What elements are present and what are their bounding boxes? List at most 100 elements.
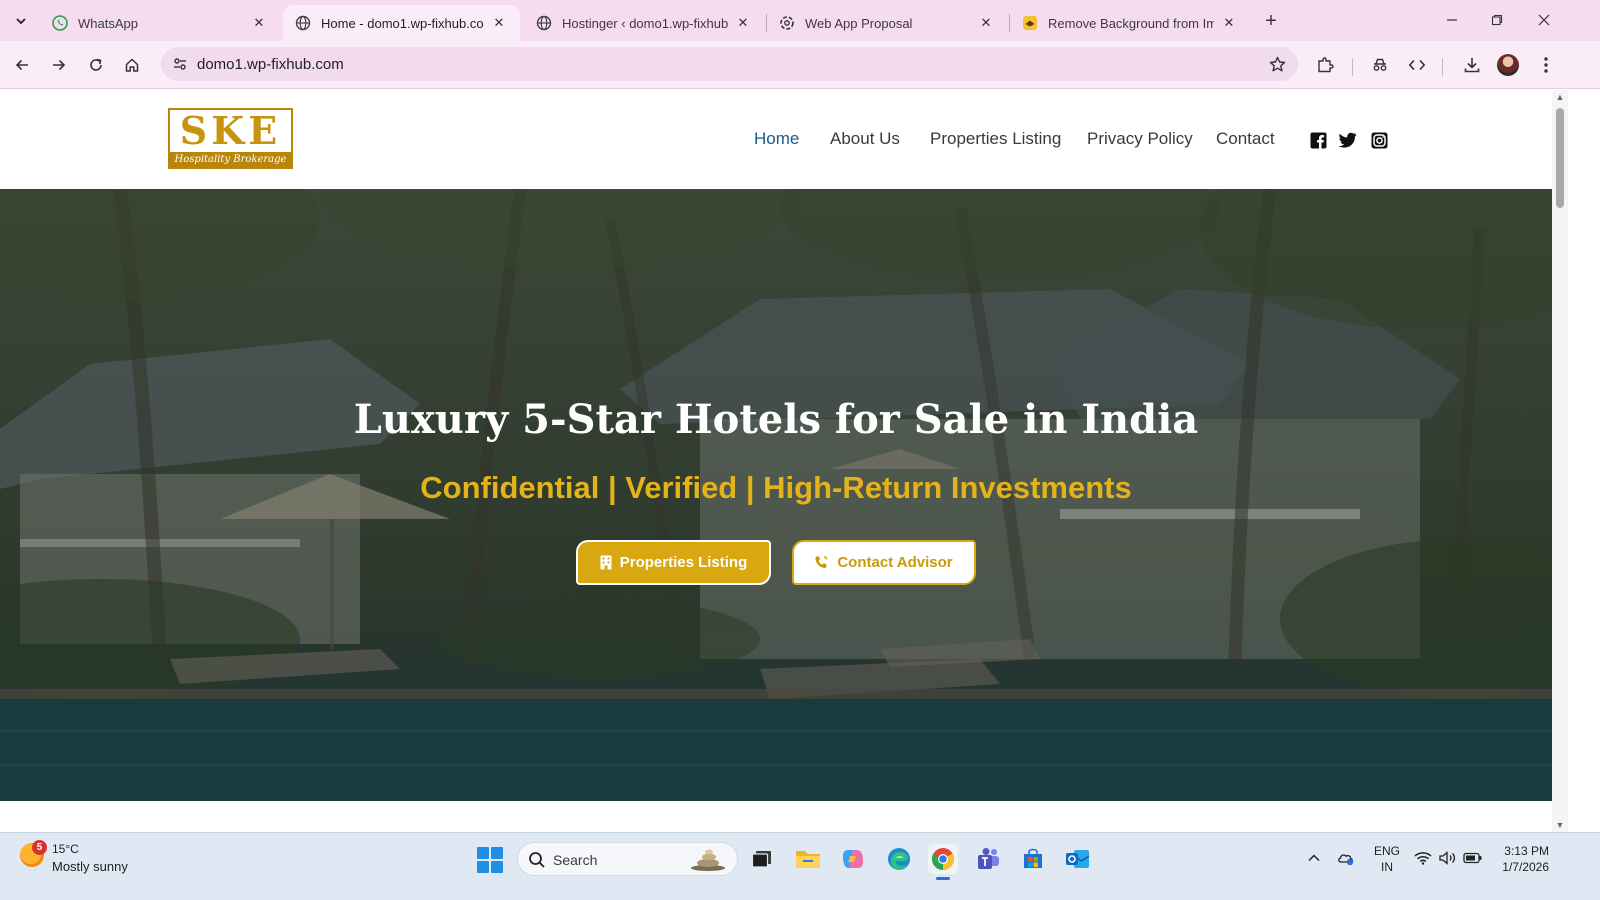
chevron-up-icon — [1308, 854, 1320, 862]
restore-button[interactable] — [1475, 6, 1519, 34]
chrome-button[interactable] — [928, 844, 958, 874]
site-logo[interactable]: SKE Hospitality Brokerage — [168, 108, 293, 169]
restore-icon — [1491, 14, 1503, 26]
outlook-icon — [1066, 850, 1090, 868]
edge-button[interactable] — [884, 844, 914, 874]
hero-subtitle: Confidential | Verified | High-Return In… — [420, 470, 1132, 505]
chatgpt-icon — [779, 15, 795, 31]
task-view-button[interactable] — [747, 844, 777, 874]
hero-section: Luxury 5-Star Hotels for Sale in India C… — [0, 189, 1552, 801]
tab-title: Remove Background from Imag — [1048, 15, 1214, 31]
scroll-up-icon[interactable]: ▲ — [1555, 92, 1565, 102]
site-info-icon[interactable] — [169, 53, 191, 75]
spy-icon — [1373, 58, 1387, 71]
page-scrollbar[interactable]: ▲ ▼ — [1552, 90, 1568, 832]
toolbar-divider — [1352, 58, 1353, 76]
nav-about-us[interactable]: About Us — [830, 129, 900, 149]
chevron-down-icon — [16, 18, 26, 25]
browser-toolbar: domo1.wp-fixhub.com — [0, 41, 1600, 89]
taskbar-search[interactable]: Search — [517, 842, 738, 876]
browser-menu-button[interactable] — [1532, 51, 1560, 79]
teams-button[interactable] — [973, 844, 1003, 874]
scrollbar-thumb[interactable] — [1556, 108, 1564, 208]
tab-hostinger[interactable]: Hostinger ‹ domo1.wp-fixhub.co ✕ — [524, 5, 764, 41]
wifi-icon[interactable] — [1413, 848, 1433, 868]
taskbar-clock[interactable]: 3:13 PM 1/7/2026 — [1493, 843, 1549, 875]
tab-whatsapp[interactable]: WhatsApp ✕ — [40, 5, 280, 41]
input-language-indicator[interactable]: ENG IN — [1374, 843, 1400, 875]
close-tab-icon[interactable]: ✕ — [490, 14, 508, 32]
instagram-icon[interactable] — [1370, 131, 1388, 149]
building-icon — [600, 555, 612, 570]
reload-button[interactable] — [82, 51, 110, 79]
teams-icon — [978, 848, 999, 869]
close-icon — [1538, 14, 1550, 26]
twitter-icon[interactable] — [1339, 131, 1357, 149]
logo-mark: SKE — [179, 108, 282, 153]
arrow-right-icon — [53, 59, 66, 71]
close-tab-icon[interactable]: ✕ — [250, 14, 268, 32]
contact-advisor-button[interactable]: Contact Advisor — [792, 540, 976, 585]
nav-privacy-policy[interactable]: Privacy Policy — [1087, 129, 1193, 149]
arrow-left-icon — [15, 59, 28, 71]
whatsapp-icon — [52, 15, 68, 31]
properties-listing-button-label: Properties Listing — [619, 554, 748, 571]
store-icon — [1024, 848, 1042, 868]
home-button[interactable] — [118, 51, 146, 79]
tab-home[interactable]: Home - domo1.wp-fixhub.com ✕ — [283, 5, 520, 41]
extensions-button[interactable] — [1311, 51, 1339, 79]
show-hidden-icons-button[interactable] — [1304, 848, 1324, 868]
new-tab-button[interactable]: + — [1259, 9, 1283, 33]
tab-title: Home - domo1.wp-fixhub.com — [321, 15, 484, 31]
hero-title: Luxury 5-Star Hotels for Sale in India — [353, 396, 1199, 443]
minimize-button[interactable] — [1430, 6, 1474, 34]
task-view-icon — [751, 851, 771, 868]
volume-icon[interactable] — [1438, 848, 1458, 868]
nav-properties-listing[interactable]: Properties Listing — [930, 129, 1061, 149]
site-header: SKE Hospitality Brokerage Home About Us … — [0, 90, 1552, 189]
facebook-icon[interactable] — [1309, 131, 1327, 149]
copilot-icon — [843, 850, 863, 868]
download-icon — [1464, 58, 1480, 73]
tab-web-app-proposal[interactable]: Web App Proposal ✕ — [767, 5, 1007, 41]
weather-temperature: 15°C — [52, 842, 79, 856]
clock-date: 1/7/2026 — [1502, 860, 1549, 874]
outlook-button[interactable] — [1063, 844, 1093, 874]
nav-contact[interactable]: Contact — [1216, 129, 1275, 149]
profile-avatar[interactable] — [1497, 54, 1519, 76]
search-label: Search — [553, 852, 598, 868]
scroll-down-icon[interactable]: ▼ — [1555, 820, 1565, 830]
onedrive-sync-icon[interactable] — [1336, 848, 1356, 868]
nav-home[interactable]: Home — [754, 129, 799, 149]
address-bar[interactable]: domo1.wp-fixhub.com — [161, 47, 1298, 81]
downloads-button[interactable] — [1458, 51, 1486, 79]
devtools-extension-button[interactable] — [1403, 51, 1431, 79]
close-tab-icon[interactable]: ✕ — [977, 14, 995, 32]
edge-icon — [888, 848, 910, 870]
microsoft-store-button[interactable] — [1018, 844, 1048, 874]
tab-remove-background[interactable]: Remove Background from Imag ✕ — [1010, 5, 1250, 41]
bookmark-star-icon[interactable] — [1266, 53, 1288, 75]
close-window-button[interactable] — [1522, 6, 1566, 34]
reload-icon — [90, 58, 102, 71]
forward-button[interactable] — [45, 51, 73, 79]
home-icon — [125, 58, 139, 72]
copilot-button[interactable] — [838, 844, 868, 874]
lang-line1: ENG — [1374, 844, 1401, 858]
close-tab-icon[interactable]: ✕ — [734, 14, 752, 32]
lang-line2: IN — [1381, 860, 1393, 874]
tab-title: WhatsApp — [78, 15, 138, 31]
windows-taskbar: 5 15°C Mostly sunny Search ENG IN 3:13 P… — [0, 832, 1600, 900]
incognito-extension-button[interactable] — [1366, 51, 1394, 79]
tab-title: Hostinger ‹ domo1.wp-fixhub.co — [562, 15, 728, 31]
battery-icon[interactable] — [1463, 848, 1483, 868]
start-button[interactable] — [477, 847, 503, 873]
file-explorer-button[interactable] — [793, 844, 823, 874]
code-icon — [1408, 59, 1426, 71]
tab-title: Web App Proposal — [805, 15, 913, 31]
back-button[interactable] — [8, 51, 36, 79]
close-tab-icon[interactable]: ✕ — [1220, 14, 1238, 32]
tab-search-dropdown[interactable] — [8, 9, 34, 33]
globe-icon — [295, 15, 311, 31]
properties-listing-button[interactable]: Properties Listing — [576, 540, 771, 585]
